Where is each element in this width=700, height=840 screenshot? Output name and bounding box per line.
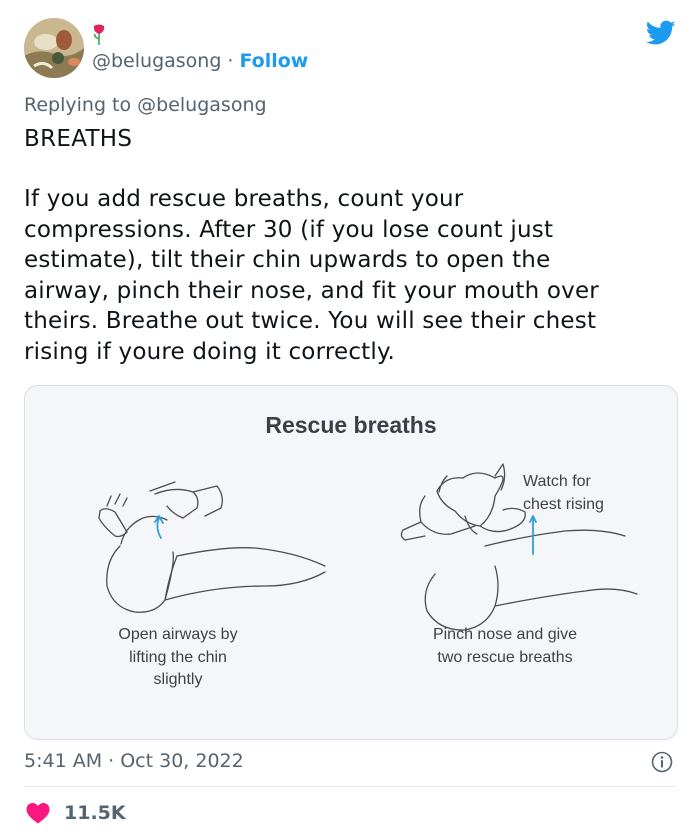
tweet-body: If you add rescue breaths, count your co…	[24, 186, 599, 365]
follow-button[interactable]: Follow	[239, 50, 308, 72]
like-count[interactable]: 11.5K	[64, 802, 126, 824]
avatar[interactable]	[24, 18, 84, 78]
divider	[24, 786, 676, 787]
separator-dot: ·	[227, 50, 234, 72]
info-icon[interactable]	[651, 751, 673, 773]
media-card[interactable]: Rescue breaths Open airways by lifting t…	[24, 385, 678, 740]
caption-left: Open airways by lifting the chin slightl…	[118, 626, 238, 688]
painting-avatar-icon	[24, 18, 84, 78]
author-line: @belugasong · Follow	[92, 50, 308, 72]
media-title: Rescue breaths	[265, 412, 437, 438]
author-handle[interactable]: @belugasong	[92, 50, 221, 72]
reply-context[interactable]: Replying to @belugasong	[24, 94, 267, 116]
twitter-bird-icon[interactable]	[646, 20, 676, 46]
heart-icon[interactable]	[26, 802, 50, 824]
caption-arrow: Watch for chest rising	[523, 473, 604, 513]
caption-right: Pinch nose and give two rescue breaths	[432, 626, 578, 666]
timestamp[interactable]: 5:41 AM · Oct 30, 2022	[24, 750, 244, 772]
tweet-heading: BREATHS	[24, 126, 133, 152]
rose-icon	[93, 24, 105, 45]
